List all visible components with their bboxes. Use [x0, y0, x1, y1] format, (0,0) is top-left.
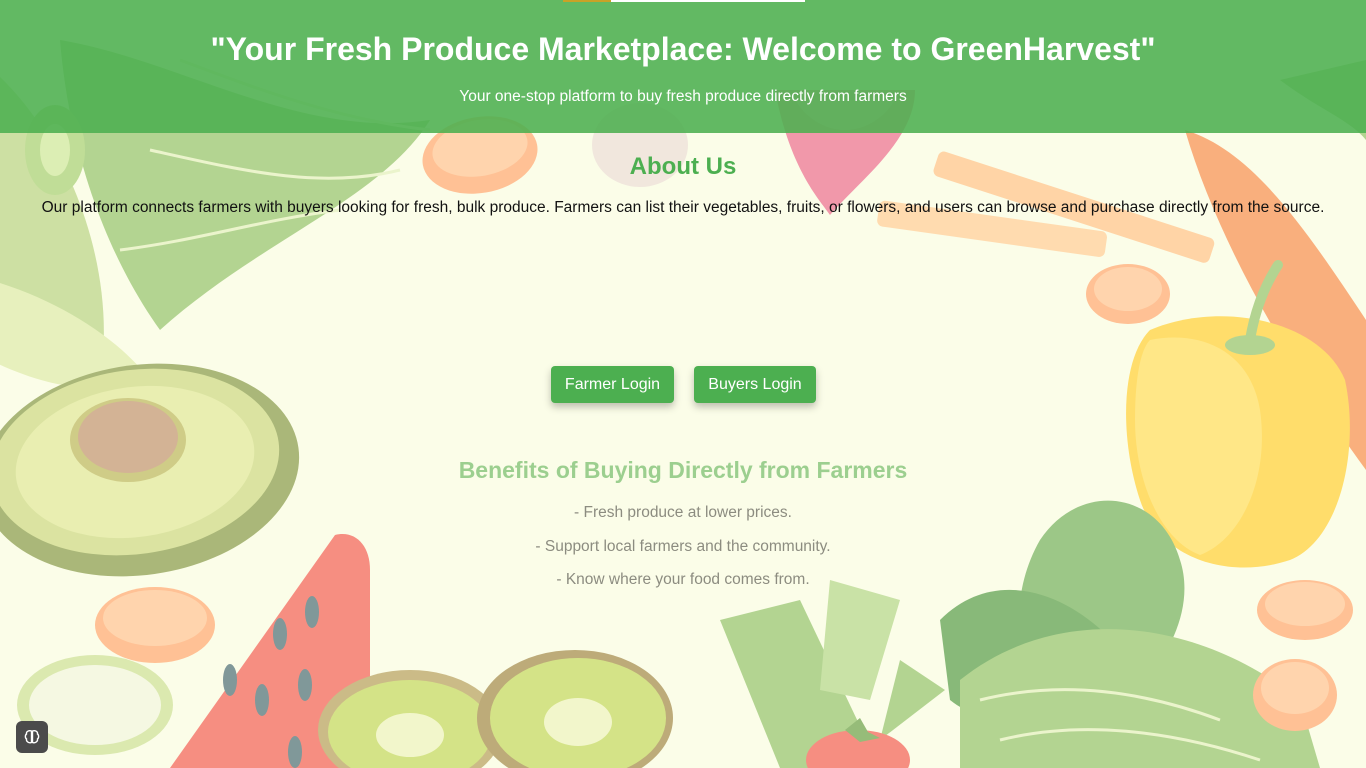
page-subtitle: Your one-stop platform to buy fresh prod…	[459, 88, 907, 105]
header-top-strip	[563, 0, 805, 2]
brain-icon	[24, 729, 40, 744]
benefit-item: - Support local farmers and the communit…	[535, 538, 831, 555]
page-title: "Your Fresh Produce Marketplace: Welcome…	[210, 31, 1156, 67]
buyers-login-button[interactable]: Buyers Login	[694, 366, 816, 403]
benefits-heading: Benefits of Buying Directly from Farmers	[458, 457, 908, 483]
about-us-heading: About Us	[629, 153, 737, 180]
benefit-item: - Know where your food comes from.	[556, 571, 810, 588]
benefit-item: - Fresh produce at lower prices.	[574, 504, 792, 521]
about-us-text: Our platform connects farmers with buyer…	[41, 199, 1325, 216]
floating-assistant-button[interactable]	[16, 721, 48, 753]
site-header: "Your Fresh Produce Marketplace: Welcome…	[0, 0, 1366, 133]
farmer-login-button[interactable]: Farmer Login	[551, 366, 674, 403]
